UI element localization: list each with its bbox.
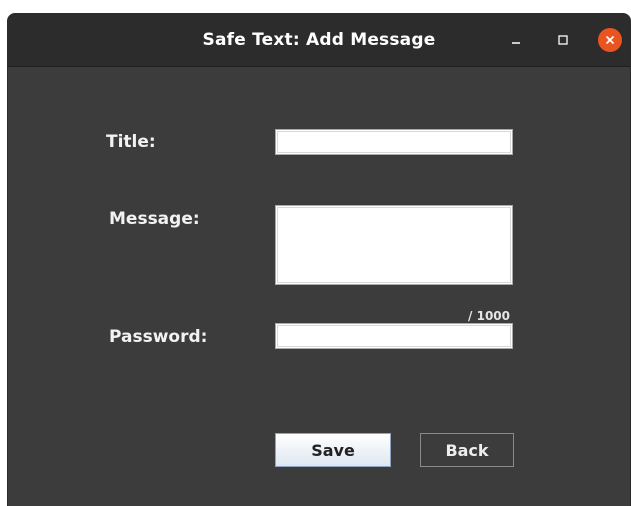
close-icon	[605, 35, 615, 45]
password-label: Password:	[109, 327, 208, 347]
maximize-icon	[558, 35, 568, 45]
title-input[interactable]	[275, 129, 513, 155]
message-label: Message:	[109, 209, 200, 229]
title-label: Title:	[106, 132, 156, 152]
window-title: Safe Text: Add Message	[202, 30, 436, 50]
message-input[interactable]	[275, 205, 513, 285]
minimize-button[interactable]	[504, 28, 528, 52]
app-window: Safe Text: Add Message Title: Message: /…	[8, 14, 630, 506]
minimize-icon	[512, 42, 520, 44]
maximize-button[interactable]	[551, 28, 575, 52]
back-button[interactable]: Back	[420, 433, 514, 467]
form-panel: Title: Message: / 1000 Password: Save Ba…	[8, 67, 630, 506]
title-bar[interactable]: Safe Text: Add Message	[8, 14, 630, 67]
save-button[interactable]: Save	[275, 433, 391, 467]
password-input[interactable]	[275, 323, 513, 349]
close-button[interactable]	[598, 28, 622, 52]
message-char-counter: / 1000	[468, 309, 510, 323]
